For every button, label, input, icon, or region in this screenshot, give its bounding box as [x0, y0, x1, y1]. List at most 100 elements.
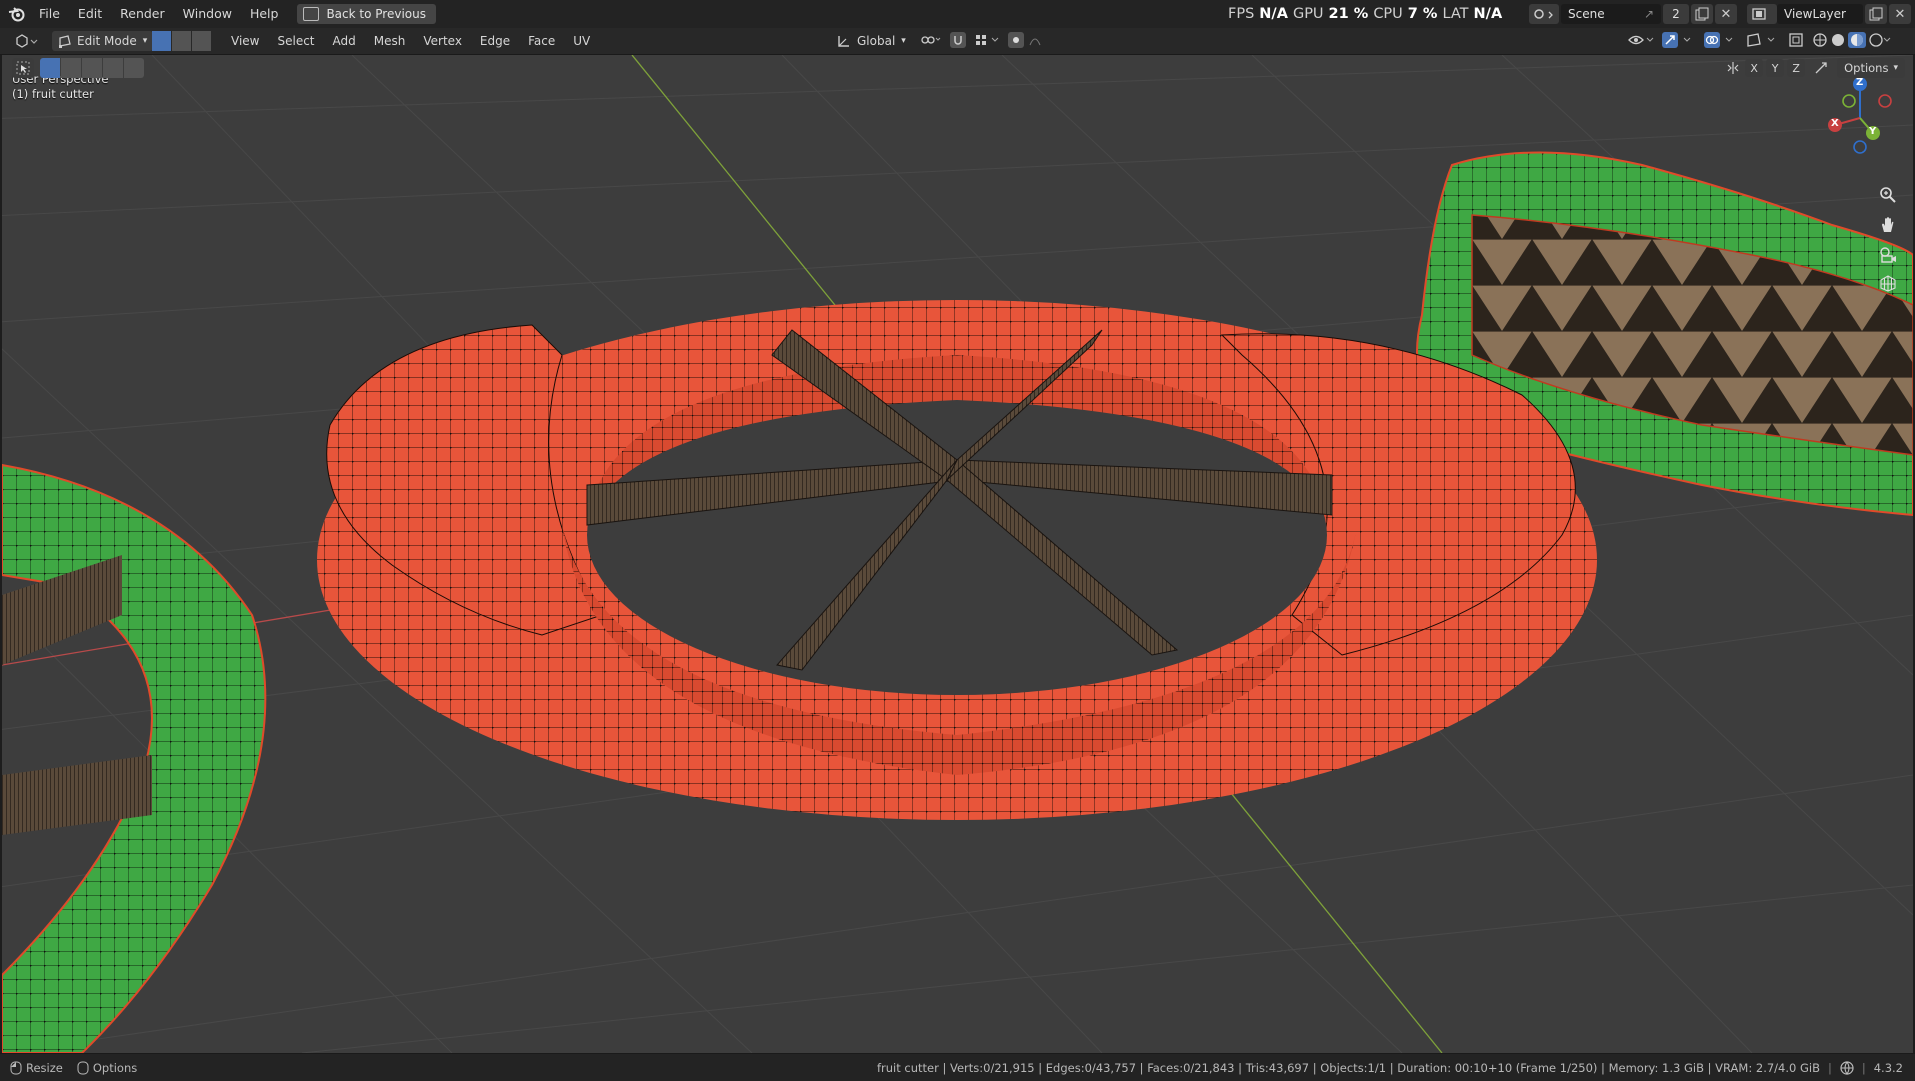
edge-select-button[interactable] [172, 31, 191, 51]
gizmo-z-label: Z [1856, 77, 1864, 88]
viewlayer-name: ViewLayer [1784, 7, 1846, 21]
menu-window[interactable]: Window [174, 0, 241, 28]
cpu-value: 7 % [1407, 6, 1438, 22]
snap-toggle-icon[interactable] [950, 31, 966, 51]
subtract-selection-button[interactable] [82, 58, 102, 78]
pin-icon[interactable]: ↗ [1644, 7, 1654, 21]
chevron-down-icon: ▾ [1893, 63, 1898, 73]
menu-mesh[interactable]: Mesh [365, 34, 415, 48]
pivot-icon[interactable] [920, 33, 942, 50]
gizmo-y-label: Y [1869, 126, 1877, 137]
chevron-down-icon: ▾ [142, 36, 148, 46]
left-green-cutter [2, 463, 267, 1053]
snap-target-icon[interactable] [974, 33, 1000, 50]
mode-dropdown[interactable]: Edit Mode ▾ [52, 31, 154, 51]
status-left: Resize Options [10, 1054, 137, 1081]
mirror-icon[interactable] [1724, 59, 1742, 77]
fruit-cutter-mesh [317, 300, 1597, 820]
vertex-select-button[interactable] [152, 31, 171, 51]
hand-icon [1882, 217, 1894, 232]
mouse-left-icon [10, 1061, 22, 1074]
cpu-label: CPU [1373, 6, 1403, 22]
menu-face[interactable]: Face [519, 34, 564, 48]
grid-icon [1880, 275, 1896, 292]
select-box-tool-button[interactable] [12, 58, 34, 78]
viewlayer-browse-button[interactable] [1747, 4, 1777, 24]
top-menu-bar: File Edit Render Window Help Back to Pre… [0, 0, 1915, 29]
auto-merge-icon[interactable] [1812, 59, 1830, 77]
scene-selector-area: Scene ↗ 2 ✕ ViewLayer ✕ [1529, 0, 1915, 28]
face-select-button[interactable] [192, 31, 211, 51]
navigation-gizmo[interactable]: Z X Y [1815, 73, 1905, 163]
delete-viewlayer-button[interactable]: ✕ [1889, 4, 1911, 24]
xray-toggle-icon[interactable] [1788, 32, 1804, 51]
selection-mode-buttons [40, 58, 144, 78]
shading-mode-buttons[interactable] [1812, 31, 1892, 51]
options-hint: Options [92, 1060, 138, 1075]
resize-hint: Resize [26, 1060, 63, 1075]
new-scene-button[interactable] [1691, 4, 1713, 24]
transform-orientation-dropdown[interactable]: Global ▾ [836, 28, 906, 54]
proportional-edit-icon[interactable] [1008, 31, 1048, 51]
menu-file[interactable]: File [30, 0, 69, 28]
duplicate-icon [1869, 7, 1883, 21]
ortho-toggle-button[interactable] [1875, 270, 1901, 296]
menu-edit[interactable]: Edit [69, 0, 111, 28]
new-viewlayer-button[interactable] [1865, 4, 1887, 24]
camera-icon [1880, 247, 1896, 263]
set-selection-button[interactable] [40, 58, 60, 78]
lat-label: LAT [1442, 6, 1469, 22]
fps-value: N/A [1259, 6, 1288, 22]
back-to-previous-button[interactable]: Back to Previous [297, 4, 436, 24]
network-icon [1840, 1060, 1854, 1075]
overlays-toggle-icon[interactable] [1704, 31, 1738, 51]
menu-help[interactable]: Help [241, 0, 288, 28]
close-icon: ✕ [1720, 6, 1732, 22]
scene-icon [1534, 9, 1553, 19]
menu-vertex[interactable]: Vertex [414, 34, 471, 48]
tool-header-right: X Y Z Options ▾ [1724, 58, 1905, 78]
menu-view[interactable]: View [222, 34, 268, 48]
editor-type-button[interactable] [14, 28, 38, 54]
scene-name-field[interactable]: Scene ↗ [1561, 4, 1661, 24]
menu-select[interactable]: Select [268, 34, 323, 48]
viewport-display-controls [1628, 28, 1892, 54]
edit-mode-icon [59, 35, 71, 48]
extend-selection-button[interactable] [61, 58, 81, 78]
mirror-z-button[interactable]: Z [1787, 59, 1806, 77]
snapping-controls [920, 28, 1048, 54]
gizmo-toggle-icon[interactable] [1662, 31, 1696, 51]
screen-icon [303, 7, 320, 21]
menu-render[interactable]: Render [111, 0, 174, 28]
gizmo-x-label: X [1831, 118, 1839, 129]
back-to-previous-label: Back to Previous [326, 7, 426, 21]
options-label: Options [1844, 61, 1889, 75]
mode-label: Edit Mode [77, 34, 137, 48]
camera-view-button[interactable] [1875, 242, 1901, 268]
performance-overlay: FPS N/A GPU 21 % CPU 7 % LAT N/A [1228, 0, 1502, 28]
viewlayer-name-field[interactable]: ViewLayer [1777, 4, 1863, 24]
invert-selection-button[interactable] [103, 58, 123, 78]
mesh-edit-overlays-icon[interactable] [1746, 32, 1780, 51]
gpu-value: 21 % [1328, 6, 1369, 22]
3d-viewport[interactable]: User Perspective (1) fruit cutter Z X Y [2, 55, 1913, 1053]
mirror-x-button[interactable]: X [1745, 59, 1764, 77]
visibility-icon[interactable] [1628, 33, 1654, 50]
intersect-selection-button[interactable] [124, 58, 144, 78]
active-object-label: (1) fruit cutter [12, 87, 94, 101]
scene-browse-button[interactable] [1529, 4, 1559, 24]
menu-edge[interactable]: Edge [471, 34, 519, 48]
menu-add[interactable]: Add [324, 34, 365, 48]
zoom-button[interactable] [1875, 182, 1901, 208]
cursor-icon [16, 61, 30, 75]
pan-button[interactable] [1875, 212, 1901, 238]
scene-users: 2 [1672, 7, 1680, 21]
options-dropdown[interactable]: Options ▾ [1837, 58, 1905, 78]
scene-statistics: fruit cutter | Verts:0/21,915 | Edges:0/… [876, 1060, 1820, 1075]
scene-name: Scene [1568, 7, 1605, 21]
delete-scene-button[interactable]: ✕ [1715, 4, 1737, 24]
lat-value: N/A [1473, 6, 1503, 22]
menu-uv[interactable]: UV [564, 34, 599, 48]
blender-logo-icon[interactable] [4, 0, 30, 28]
mirror-y-button[interactable]: Y [1766, 59, 1785, 77]
